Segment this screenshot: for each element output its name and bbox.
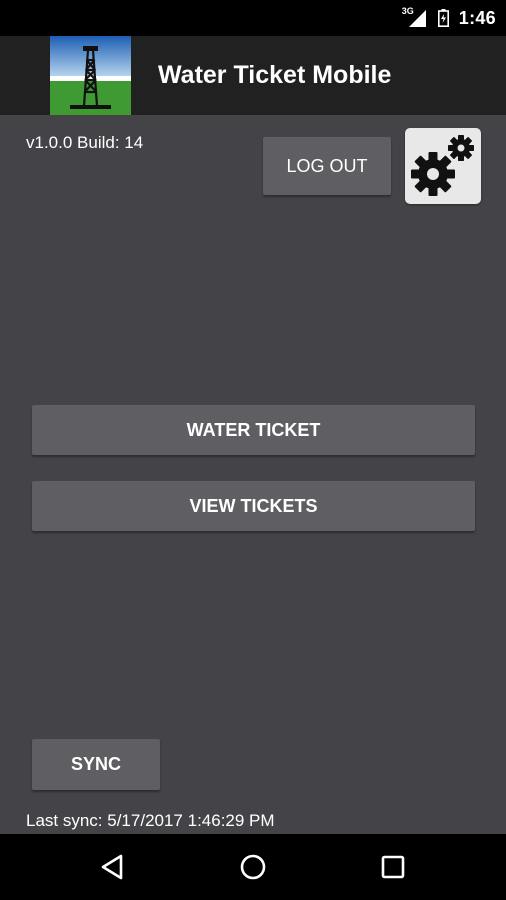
back-button[interactable] <box>73 834 153 900</box>
status-icons: 3G 1:46 <box>402 0 496 36</box>
navigation-bar <box>0 834 506 900</box>
home-circle-icon <box>240 854 266 880</box>
water-ticket-button[interactable]: WATER TICKET <box>32 405 475 455</box>
app-bar: Water Ticket Mobile <box>0 36 506 115</box>
back-triangle-icon <box>101 854 123 880</box>
oil-derrick-icon <box>50 36 131 115</box>
settings-button[interactable] <box>405 128 481 204</box>
home-button[interactable] <box>213 834 293 900</box>
battery-icon <box>437 9 449 27</box>
app-screen: 3G 1:46 Water Ticket Mobile v1.0.0 Build… <box>0 0 506 900</box>
recent-apps-button[interactable] <box>353 834 433 900</box>
sync-button[interactable]: SYNC <box>32 739 160 790</box>
last-sync-label: Last sync: 5/17/2017 1:46:29 PM <box>26 811 275 830</box>
version-label: v1.0.0 Build: 14 <box>26 133 144 152</box>
view-tickets-button[interactable]: VIEW TICKETS <box>32 481 475 531</box>
status-bar: 3G 1:46 <box>0 0 506 36</box>
logout-button[interactable]: LOG OUT <box>263 137 391 195</box>
gears-icon <box>411 135 474 196</box>
recent-apps-square-icon <box>381 855 405 879</box>
app-title: Water Ticket Mobile <box>158 61 392 89</box>
signal-icon: 3G <box>402 6 428 28</box>
status-time: 1:46 <box>458 7 496 28</box>
